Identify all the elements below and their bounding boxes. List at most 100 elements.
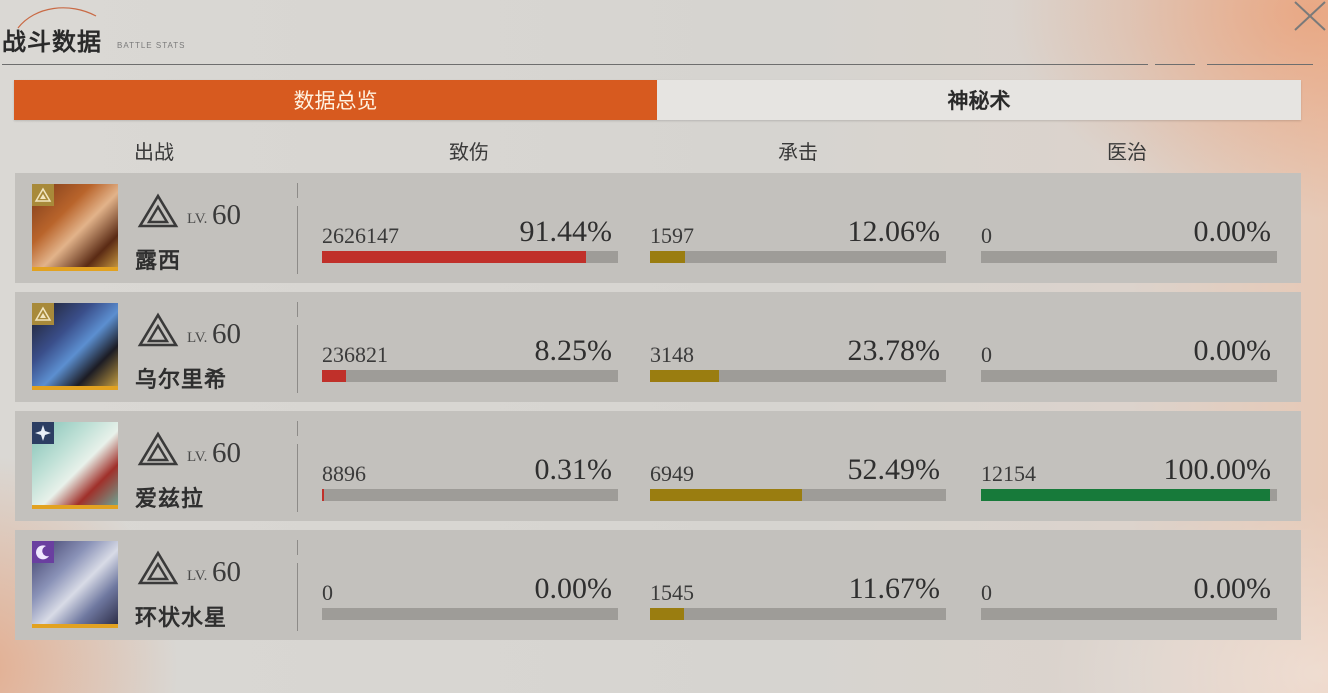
level-value: 60 — [212, 199, 241, 231]
row-separator — [297, 325, 298, 393]
rarity-bar — [32, 624, 118, 628]
heal-percent: 100.00% — [1163, 453, 1272, 486]
damage-stat: 2626147 91.44% — [322, 215, 618, 267]
mineral-afflatus-icon — [34, 187, 52, 202]
damage-bar-fill — [322, 370, 346, 382]
character-portrait[interactable] — [32, 184, 118, 269]
row-separator — [297, 540, 298, 555]
damage-stat: 8896 0.31% — [322, 453, 618, 505]
heal-bar-fill — [981, 489, 1271, 501]
damage-value: 0 — [322, 580, 333, 605]
taken-value: 1545 — [650, 580, 694, 605]
taken-bar-fill — [650, 608, 684, 620]
row-separator — [297, 421, 298, 436]
insight-triangle-icon — [137, 431, 179, 466]
taken-stat: 1545 11.67% — [650, 572, 946, 624]
taken-percent: 12.06% — [847, 215, 941, 248]
column-header-damage: 致伤 — [449, 142, 489, 164]
heal-percent: 0.00% — [1193, 215, 1272, 248]
damage-percent: 0.31% — [534, 453, 613, 486]
heal-bar-track — [981, 489, 1277, 501]
damage-percent: 91.44% — [519, 215, 613, 248]
heal-percent: 0.00% — [1193, 334, 1272, 367]
level-prefix: LV. — [187, 211, 208, 227]
heal-bar-track — [981, 251, 1277, 263]
damage-percent: 0.00% — [534, 572, 613, 605]
taken-value: 6949 — [650, 461, 694, 486]
row-separator — [297, 444, 298, 512]
level-value: 60 — [212, 556, 241, 588]
taken-bar-track — [650, 370, 946, 382]
character-name: 爱兹拉 — [135, 486, 205, 511]
character-portrait[interactable] — [32, 541, 118, 626]
heal-value: 0 — [981, 342, 992, 367]
taken-bar-fill — [650, 251, 685, 263]
tab-arcanum[interactable]: 神秘术 — [657, 80, 1301, 120]
row-separator — [297, 206, 298, 274]
page-subtitle: BATTLE STATS — [117, 41, 186, 50]
heal-stat: 0 0.00% — [981, 572, 1277, 624]
level-value: 60 — [212, 437, 241, 469]
taken-value: 3148 — [650, 342, 694, 367]
taken-bar-track — [650, 489, 946, 501]
character-row: LV. 60 爱兹拉 8896 0.31% 6949 52.49% 12154 … — [15, 411, 1301, 521]
column-header-taken: 承击 — [778, 142, 818, 164]
taken-percent: 11.67% — [848, 572, 940, 605]
heal-stat: 0 0.00% — [981, 215, 1277, 267]
taken-bar-fill — [650, 489, 802, 501]
damage-bar-track — [322, 489, 618, 501]
mineral-afflatus-icon — [34, 306, 52, 321]
column-header-heal: 医治 — [1107, 142, 1147, 164]
character-name: 露西 — [135, 248, 182, 273]
column-header-deploy: 出战 — [134, 142, 174, 164]
taken-bar-track — [650, 608, 946, 620]
row-separator — [297, 302, 298, 317]
damage-value: 8896 — [322, 461, 366, 486]
damage-value: 236821 — [322, 342, 388, 367]
row-separator — [297, 183, 298, 198]
taken-value: 1597 — [650, 223, 694, 248]
tab-overview[interactable]: 数据总览 — [14, 80, 657, 120]
damage-stat: 236821 8.25% — [322, 334, 618, 386]
level-prefix: LV. — [187, 330, 208, 346]
header-divider — [2, 64, 1148, 65]
character-portrait[interactable] — [32, 303, 118, 388]
heal-percent: 0.00% — [1193, 572, 1272, 605]
insight-triangle-icon — [137, 193, 179, 228]
heal-bar-track — [981, 608, 1277, 620]
damage-stat: 0 0.00% — [322, 572, 618, 624]
close-button[interactable] — [1292, 0, 1328, 34]
taken-stat: 3148 23.78% — [650, 334, 946, 386]
spirit-afflatus-icon — [36, 545, 49, 560]
heal-value: 0 — [981, 223, 992, 248]
taken-percent: 52.49% — [847, 453, 941, 486]
character-name: 乌尔里希 — [135, 367, 228, 392]
level-prefix: LV. — [187, 449, 208, 465]
level-value: 60 — [212, 318, 241, 350]
header-divider-segment — [1207, 64, 1313, 65]
character-name: 环状水星 — [135, 605, 228, 630]
taken-bar-track — [650, 251, 946, 263]
close-icon — [1294, 1, 1326, 31]
tab-bar: 数据总览 神秘术 — [14, 80, 1301, 120]
rarity-bar — [32, 267, 118, 271]
heal-value: 12154 — [981, 461, 1036, 486]
afflatus-badge — [32, 303, 54, 325]
header-divider-segment — [1155, 64, 1195, 65]
character-row: LV. 60 环状水星 0 0.00% 1545 11.67% 0 0.00% — [15, 530, 1301, 640]
heal-value: 0 — [981, 580, 992, 605]
page-title: 战斗数据 — [2, 29, 102, 56]
heal-stat: 12154 100.00% — [981, 453, 1277, 505]
character-portrait[interactable] — [32, 422, 118, 507]
taken-bar-fill — [650, 370, 719, 382]
rarity-bar — [32, 386, 118, 390]
heal-bar-track — [981, 370, 1277, 382]
character-row: LV. 60 乌尔里希 236821 8.25% 3148 23.78% 0 0… — [15, 292, 1301, 402]
afflatus-badge — [32, 184, 54, 206]
taken-percent: 23.78% — [847, 334, 941, 367]
insight-triangle-icon — [137, 312, 179, 347]
afflatus-badge — [32, 422, 54, 444]
row-separator — [297, 563, 298, 631]
damage-value: 2626147 — [322, 223, 399, 248]
damage-bar-fill — [322, 489, 324, 501]
